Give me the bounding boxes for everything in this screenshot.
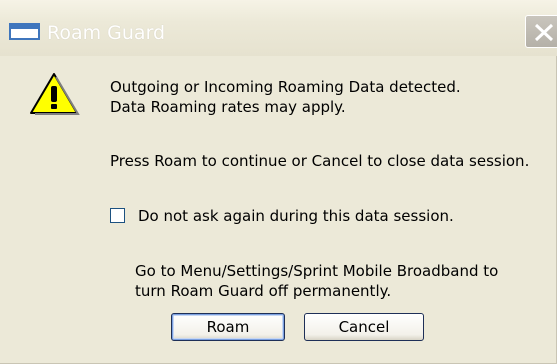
info-line-2: turn Roam Guard off permanently. — [135, 282, 392, 300]
cancel-button[interactable]: Cancel — [304, 313, 424, 341]
message-line-2: Data Roaming rates may apply. — [110, 98, 346, 116]
warning-icon — [30, 73, 80, 115]
close-icon — [534, 23, 554, 42]
info-line-1: Go to Menu/Settings/Sprint Mobile Broadb… — [135, 262, 499, 280]
dont-ask-again-checkbox[interactable] — [110, 208, 125, 223]
close-button[interactable] — [525, 15, 557, 48]
title-bar[interactable]: Roam Guard — [0, 0, 557, 56]
roam-guard-dialog: Roam Guard Outgoing or Incoming Roaming … — [0, 0, 557, 364]
roam-button[interactable]: Roam — [171, 313, 285, 341]
message-line-1: Outgoing or Incoming Roaming Data detect… — [110, 78, 461, 96]
instruction-text: Press Roam to continue or Cancel to clos… — [110, 152, 530, 170]
window-title: Roam Guard — [47, 22, 166, 44]
checkbox-label[interactable]: Do not ask again during this data sessio… — [138, 206, 454, 226]
window-icon — [9, 23, 40, 40]
